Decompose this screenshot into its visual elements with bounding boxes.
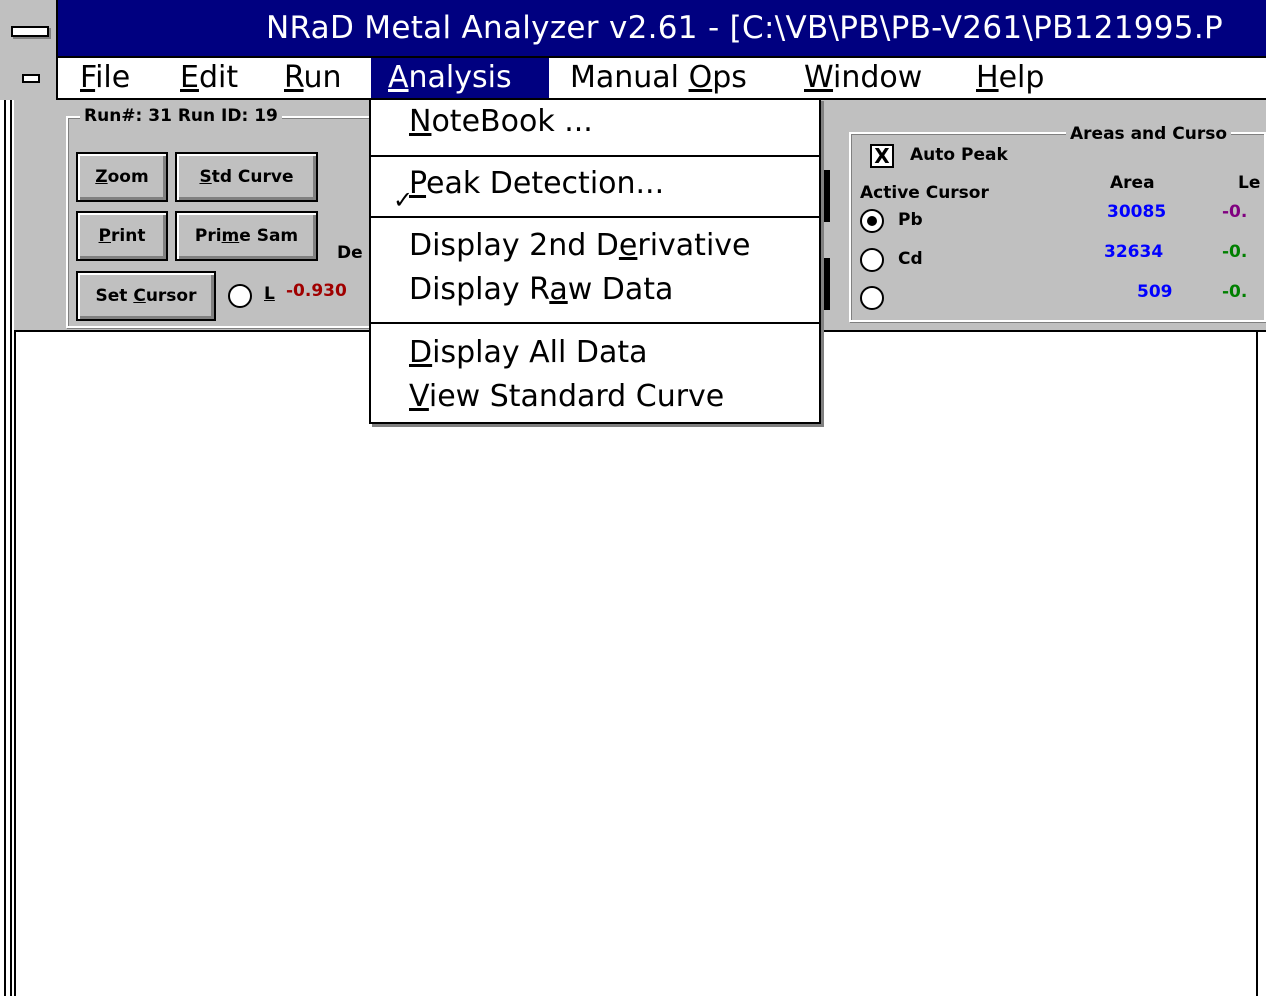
area-value: 32634 [1104,242,1164,262]
window-title: NRaD Metal Analyzer v2.61 - [C:\VB\PB\PB… [266,10,1223,46]
menu-analysis[interactable]: Analysis [371,58,549,98]
plot-area-right-border [1256,330,1258,996]
print-button[interactable]: Print [76,211,168,261]
partial-value: -0. [1222,282,1248,302]
auto-peak-checkbox[interactable]: X [870,144,894,168]
cursor-value: -0.930 [286,281,347,301]
hidden-control-edge [822,170,830,222]
area-value: 509 [1137,282,1173,302]
active-cursor-label: Active Cursor [860,183,989,203]
partial-value: -0. [1222,242,1248,262]
menu-manual-ops[interactable]: Manual Ops [558,58,759,98]
cursor-left-label: L [264,284,275,304]
menu-item-view-standard-curve[interactable]: View Standard Curve [409,379,724,414]
menu-item-peak-detection[interactable]: Peak Detection... [409,166,664,201]
system-menu-icon [11,26,49,37]
frame-line [10,100,12,996]
set-cursor-button[interactable]: Set Cursor [76,271,216,321]
menu-item-display-all-data[interactable]: Display All Data [409,335,648,370]
menu-item-display-raw-data[interactable]: Display Raw Data [409,272,673,307]
cursor-cd-radio[interactable] [860,248,884,272]
partial-label: De [337,243,363,263]
cursor-pb-radio[interactable] [860,209,884,233]
menu-run[interactable]: Run [272,58,354,98]
document-system-menu-icon [22,74,40,83]
menu-item-display-2nd-derivative[interactable]: Display 2nd Derivative [409,228,751,263]
menu-edit[interactable]: Edit [168,58,250,98]
partial-value: -0. [1222,202,1248,222]
areas-group-label: Areas and Curso [1066,124,1232,144]
menu-separator [371,216,819,218]
area-value: 30085 [1107,202,1167,222]
cursor-cd-label: Cd [898,249,923,269]
menu-separator [371,155,819,157]
menu-file[interactable]: File [68,58,142,98]
std-curve-button[interactable]: Std Curve [175,152,318,202]
run-group-label: Run#: 31 Run ID: 19 [80,106,282,126]
menu-item-notebook[interactable]: NoteBook ... [409,104,593,139]
hidden-control-edge [822,258,830,310]
menu-help[interactable]: Help [964,58,1056,98]
panel-left-edge [14,100,40,332]
area-column-header: Area [1110,173,1155,193]
partial-column-header: Le [1238,173,1261,193]
auto-peak-label: Auto Peak [910,145,1008,165]
plot-area[interactable] [16,332,1256,996]
analysis-dropdown-menu: NoteBook ... ✓ Peak Detection... Display… [369,98,821,424]
cursor-pb-label: Pb [898,210,923,230]
cursor-third-radio[interactable] [860,286,884,310]
prime-sample-button[interactable]: Prime Sam [175,211,318,261]
document-system-menu-button[interactable] [0,58,58,100]
frame-line [4,100,6,996]
system-menu-button[interactable] [0,0,58,58]
cursor-left-radio[interactable] [228,284,252,308]
menu-separator [371,322,819,324]
menu-window[interactable]: Window [792,58,934,98]
window-title-area[interactable]: NRaD Metal Analyzer v2.61 - [C:\VB\PB\PB… [58,0,1266,56]
zoom-button[interactable]: Zoom [76,152,168,202]
